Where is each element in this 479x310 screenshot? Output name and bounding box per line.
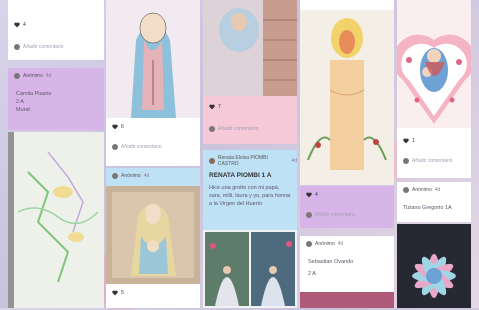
user-avatar-icon xyxy=(14,44,20,50)
user-avatar-icon xyxy=(112,144,118,150)
author-avatar-icon xyxy=(112,173,118,179)
post-card[interactable]: Renata Eloisa PIOMBI CASTRO 4d RENATA PI… xyxy=(203,150,297,230)
post-author: Renata Eloisa PIOMBI CASTRO 4d xyxy=(209,155,297,167)
post-line: 2 A xyxy=(16,99,24,105)
like-count[interactable]: 1 xyxy=(403,138,415,144)
post-image-card[interactable] xyxy=(8,132,104,308)
post-header: Anónimo 4d xyxy=(106,168,200,186)
post-image-gallery[interactable] xyxy=(203,230,297,308)
post-age: 4d xyxy=(291,158,297,164)
post-card[interactable]: 1 Añadir comentario xyxy=(397,128,471,178)
post-body: Hice una grotto con mi papá, sara, milli… xyxy=(209,185,291,207)
post-card[interactable]: Anónimo 4d Tiziano Gregorio 1A xyxy=(397,182,471,222)
like-count-value: 7 xyxy=(218,104,221,110)
like-count[interactable]: 5 xyxy=(112,290,124,296)
post-image-card[interactable] xyxy=(300,10,394,185)
comment-input[interactable]: Añadir comentario xyxy=(306,212,356,218)
author-name: Anónimo xyxy=(23,73,43,79)
comment-placeholder: Añadir comentario xyxy=(412,158,453,164)
like-count-value: 6 xyxy=(121,124,124,130)
mural-drawing-image xyxy=(8,132,104,308)
post-title: RENATA PIOMBI 1 A xyxy=(209,172,272,179)
virgin-painting-image xyxy=(106,186,200,284)
post-card[interactable]: 5 xyxy=(106,284,200,308)
comment-placeholder: Añadir comentario xyxy=(315,212,356,218)
like-count-value: 1 xyxy=(412,138,415,144)
author-avatar-icon xyxy=(403,187,409,193)
post-author: Anónimo 4d xyxy=(403,187,440,193)
user-avatar-icon xyxy=(306,212,312,218)
post-author: Anónimo 4d xyxy=(14,73,51,79)
like-count-value: 4 xyxy=(315,192,318,198)
virgin-drawing-image xyxy=(106,0,200,118)
like-count[interactable]: 7 xyxy=(209,104,221,110)
comment-placeholder: Añadir comentario xyxy=(23,44,64,50)
column-3: 7 Añadir comentario Renata Eloisa PIOMBI… xyxy=(203,0,297,308)
post-image-card[interactable] xyxy=(203,0,297,96)
like-count-value: 4 xyxy=(23,22,26,28)
post-image-card[interactable] xyxy=(106,0,200,118)
author-name: Anónimo xyxy=(121,173,141,179)
column-2: 6 Añadir comentario Anónimo 4d 5 xyxy=(106,0,200,308)
comment-input[interactable]: Añadir comentario xyxy=(209,126,259,132)
post-card[interactable]: Anónimo 4d Camila Pisano 2 A Mural xyxy=(8,68,104,130)
grotto-photo-image xyxy=(203,0,297,96)
post-image-card[interactable] xyxy=(106,186,200,284)
column-1: 4 Añadir comentario Anónimo 4d Camila Pi… xyxy=(8,0,104,308)
heart-icon xyxy=(403,138,409,144)
post-card[interactable]: 4 Añadir comentario xyxy=(8,0,104,60)
like-count-value: 5 xyxy=(121,290,124,296)
post-line: Camila Pisano xyxy=(16,91,52,97)
comment-input[interactable]: Añadir comentario xyxy=(403,158,453,164)
post-card[interactable]: 4 Añadir comentario xyxy=(300,186,394,228)
post-image-card[interactable] xyxy=(397,224,471,308)
candle-drawing-image xyxy=(300,10,394,185)
post-age: 4d xyxy=(337,241,344,247)
heart-icon xyxy=(112,124,118,130)
post-card[interactable]: Anónimo 4d Sebastian Ovando 2 A xyxy=(300,236,394,292)
column-5: 1 Añadir comentario Anónimo 4d Tiziano G… xyxy=(397,0,471,308)
post-body: Camila Pisano 2 A Mural xyxy=(16,90,51,114)
author-avatar-icon xyxy=(306,241,312,247)
post-age: 4d xyxy=(143,173,150,179)
post-card[interactable]: 6 Añadir comentario xyxy=(106,118,200,166)
author-avatar-icon xyxy=(209,158,215,164)
comment-input[interactable]: Añadir comentario xyxy=(112,144,162,150)
post-subtitle: 2 A xyxy=(308,271,316,277)
like-count[interactable]: 6 xyxy=(112,124,124,130)
user-avatar-icon xyxy=(403,158,409,164)
heart-icon xyxy=(209,104,215,110)
like-count[interactable]: 4 xyxy=(306,192,318,198)
heart-icon xyxy=(14,22,20,28)
post-image-card[interactable] xyxy=(397,0,471,128)
author-avatar-icon xyxy=(14,73,20,79)
post-image-card[interactable] xyxy=(300,292,394,308)
post-line: Mural xyxy=(16,107,30,113)
heart-icon xyxy=(112,290,118,296)
comment-placeholder: Añadir comentario xyxy=(218,126,259,132)
post-age: 4d xyxy=(434,187,441,193)
post-card[interactable]: 7 Añadir comentario xyxy=(203,96,297,144)
author-name: Anónimo xyxy=(412,187,432,193)
comment-placeholder: Añadir comentario xyxy=(121,144,162,150)
grotto-gallery-image xyxy=(205,232,295,306)
column-4: 4 Añadir comentario Anónimo 4d Sebastian… xyxy=(300,0,394,308)
author-name: Renata Eloisa PIOMBI CASTRO xyxy=(217,155,268,167)
post-age: 4d xyxy=(45,73,52,79)
author-name: Anónimo xyxy=(315,241,335,247)
post-title: Tiziano Gregorio 1A xyxy=(403,205,452,211)
madonna-heart-image xyxy=(397,0,471,128)
post-title: Sebastian Ovando xyxy=(308,259,354,265)
flower-craft-image xyxy=(397,224,471,308)
comment-input[interactable]: Añadir comentario xyxy=(14,44,64,50)
post-card-top xyxy=(300,0,394,10)
like-count[interactable]: 4 xyxy=(14,22,26,28)
heart-icon xyxy=(306,192,312,198)
user-avatar-icon xyxy=(209,126,215,132)
post-author: Anónimo 4d xyxy=(112,173,149,179)
post-author: Anónimo 4d xyxy=(306,241,343,247)
